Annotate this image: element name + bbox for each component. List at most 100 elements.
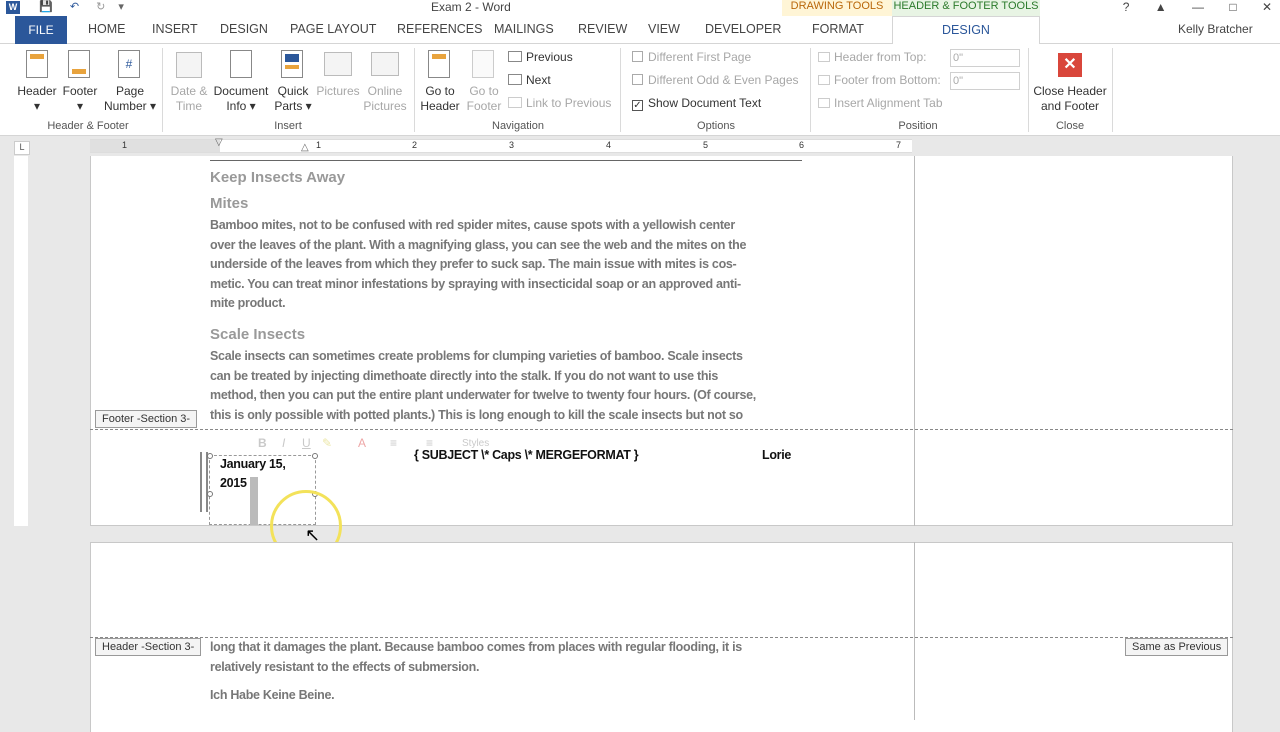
group-label-navigation: Navigation (492, 120, 544, 132)
footer-button[interactable]: Footer ▾ (58, 84, 102, 114)
text-line: method, then you can put the entire plan… (210, 388, 756, 402)
title-bar: W 💾 ↶ ↻ ▾ Exam 2 - Word DRAWING TOOLS HE… (0, 0, 1280, 16)
undo-icon[interactable]: ↶ (70, 1, 79, 13)
tab-review[interactable]: REVIEW (578, 22, 627, 36)
page-number-icon: # (118, 50, 140, 78)
footer-date-line-1[interactable]: January 15, (220, 457, 286, 471)
tab-references[interactable]: REFERENCES (397, 22, 482, 36)
quick-parts-button[interactable]: Quick Parts ▾ (270, 84, 316, 114)
scale-paragraph: Scale insects can sometimes create probl… (210, 347, 810, 425)
heading-mites: Mites (210, 195, 249, 212)
link-to-previous-button[interactable]: Link to Previous (508, 96, 611, 110)
context-header-footer-tools: HEADER & FOOTER TOOLS (892, 0, 1040, 16)
qat-customize-icon[interactable]: ▾ (118, 1, 124, 13)
tab-stop-marker-icon[interactable]: △ (301, 142, 309, 153)
header-button[interactable]: Header ▾ (14, 84, 60, 114)
date-time-button[interactable]: Date & Time (166, 84, 212, 114)
ribbon: Header ▾ Footer ▾ # Page Number ▾ Header & … (0, 44, 1280, 136)
ruler-number: 2 (412, 140, 418, 150)
tab-view[interactable]: VIEW (648, 22, 680, 36)
group-label-close: Close (1055, 120, 1085, 132)
save-icon[interactable]: 💾 (39, 1, 53, 13)
tab-format[interactable]: FORMAT (812, 22, 864, 36)
footer-date-line-2[interactable]: 2015 (220, 476, 247, 490)
ribbon-tabs: HOME INSERT DESIGN PAGE LAYOUT REFERENCE… (0, 16, 1280, 44)
vertical-ruler[interactable] (14, 156, 28, 526)
ruler-margin-left (90, 140, 220, 152)
text-line: over the leaves of the plant. With a mag… (210, 237, 747, 252)
different-odd-even-checkbox[interactable]: Different Odd & Even Pages (632, 73, 799, 87)
group-label-insert: Insert (274, 120, 302, 132)
help-icon[interactable]: ? (1123, 0, 1130, 14)
tab-insert[interactable]: INSERT (152, 22, 198, 36)
maximize-icon[interactable]: □ (1229, 0, 1236, 14)
footer-author[interactable]: Lorie (762, 448, 791, 462)
document-info-icon (230, 50, 252, 78)
footer-from-bottom-input[interactable]: 0" (950, 72, 1020, 90)
pictures-button[interactable]: Pictures (314, 84, 362, 99)
footer-icon (68, 50, 90, 78)
tab-developer[interactable]: DEVELOPER (705, 22, 781, 36)
italic-icon[interactable]: I (282, 436, 285, 450)
font-color-icon[interactable]: A (358, 436, 366, 450)
text-line: mite product. (210, 296, 286, 310)
indent-marker-icon[interactable]: ▽ (215, 137, 223, 148)
page2-paragraph: long that it damages the plant. Because … (210, 638, 810, 677)
text-box-edge[interactable] (200, 452, 208, 512)
previous-icon (508, 51, 522, 62)
user-name[interactable]: Kelly Bratcher (1178, 22, 1253, 36)
bullets-icon[interactable]: ≡ (390, 436, 397, 450)
page2-heading: Ich Habe Keine Beine. (210, 688, 335, 702)
divider (1112, 48, 1113, 132)
insert-alignment-tab-button[interactable]: Insert Alignment Tab (818, 96, 943, 110)
context-drawing-tools: DRAWING TOOLS (782, 0, 892, 16)
divider (162, 48, 163, 132)
highlight-icon[interactable]: ✎ (322, 436, 332, 450)
quick-parts-icon (281, 50, 303, 78)
close-header-footer-button[interactable]: Close Header and Footer (1030, 84, 1110, 114)
go-to-footer-button[interactable]: Go to Footer (462, 84, 506, 114)
divider (1028, 48, 1029, 132)
checkmark-icon: ✓ (632, 100, 643, 111)
resize-handle-icon[interactable] (207, 453, 213, 459)
text-line: underside of the leaves from which they … (210, 257, 737, 271)
text-line: metic. You can treat minor infestations … (210, 276, 741, 291)
margin-guide (914, 156, 915, 526)
previous-button[interactable]: Previous (508, 50, 573, 64)
different-first-page-checkbox[interactable]: Different First Page (632, 50, 751, 64)
online-pictures-button[interactable]: Online Pictures (360, 84, 410, 114)
checkbox-icon (632, 74, 643, 85)
divider (810, 48, 811, 132)
header-position-icon (818, 52, 830, 62)
page-number-button[interactable]: Page Number ▾ (100, 84, 160, 114)
ruler-number: 1 (122, 140, 128, 150)
tab-design[interactable]: DESIGN (220, 22, 268, 36)
tab-mailings[interactable]: MAILINGS (494, 22, 554, 36)
resize-handle-icon[interactable] (207, 491, 213, 497)
document-info-button[interactable]: Document Info ▾ (210, 84, 272, 114)
footer-subject-field[interactable]: { SUBJECT \* Caps \* MERGEFORMAT } (414, 448, 639, 462)
ruler-number: 4 (606, 140, 612, 150)
tab-home[interactable]: HOME (88, 22, 126, 36)
go-to-header-button[interactable]: Go to Header (418, 84, 462, 114)
text-line: Scale insects can sometimes create probl… (210, 349, 743, 363)
tab-page-layout[interactable]: PAGE LAYOUT (290, 22, 376, 36)
quick-access-toolbar: W 💾 ↶ ↻ ▾ (6, 0, 124, 14)
minimize-icon[interactable]: — (1192, 0, 1204, 14)
tab-file[interactable]: FILE (15, 16, 67, 44)
horizontal-ruler[interactable]: 1 1 2 3 4 5 6 7 ▽ △ (90, 137, 912, 153)
show-document-text-checkbox[interactable]: ✓ Show Document Text (632, 96, 761, 111)
tab-hf-design[interactable]: DESIGN (892, 16, 1040, 45)
tab-selector[interactable]: L (14, 141, 30, 155)
redo-icon[interactable]: ↻ (96, 1, 105, 13)
header-section-label: Header -Section 3- (95, 638, 202, 656)
ribbon-display-icon[interactable]: ▲ (1155, 0, 1167, 14)
bold-icon[interactable]: B (258, 436, 267, 450)
next-icon (508, 74, 522, 85)
resize-handle-icon[interactable] (312, 453, 318, 459)
next-button[interactable]: Next (508, 73, 551, 87)
close-icon[interactable]: ✕ (1262, 0, 1272, 14)
header-from-top-input[interactable]: 0" (950, 49, 1020, 67)
checkbox-icon (632, 51, 643, 62)
underline-icon[interactable]: U (302, 436, 311, 450)
